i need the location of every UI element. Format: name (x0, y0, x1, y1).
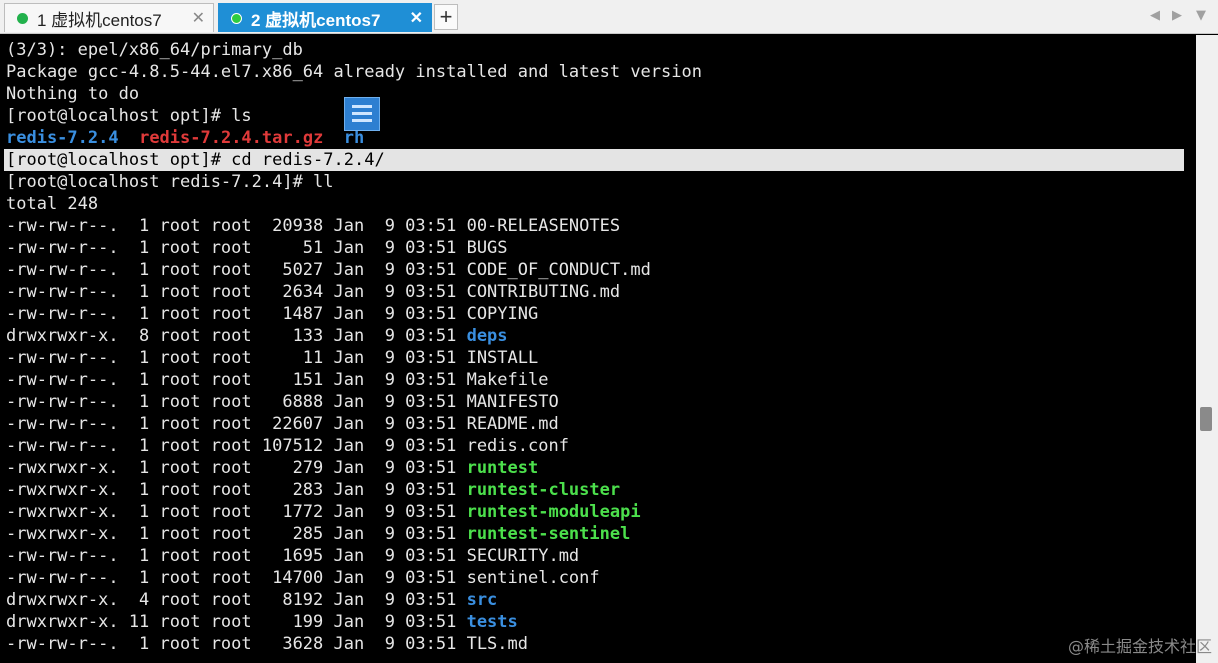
close-tab-icon[interactable]: ✕ (192, 8, 205, 28)
file-name: deps (466, 326, 508, 346)
file-row: -rw-rw-r--. 1 root root 14700 Jan 9 03:5… (6, 567, 600, 589)
line-text: total 248 (6, 194, 99, 214)
file-name: BUGS (466, 238, 508, 258)
ls-output-line: redis-7.2.4 redis-7.2.4.tar.gz rh (6, 127, 364, 149)
file-meta: -rw-rw-r--. 1 root root 1487 Jan 9 03:51 (6, 304, 467, 324)
vertical-scrollbar[interactable] (1196, 35, 1218, 663)
file-meta: -rw-rw-r--. 1 root root 5027 Jan 9 03:51 (6, 260, 467, 280)
file-name: runtest-sentinel (466, 524, 631, 544)
terminal-output[interactable]: (3/3): epel/x86_64/primary_db Package gcc… (0, 35, 1196, 663)
list-window-icon[interactable] (344, 97, 380, 131)
file-name: runtest-cluster (466, 480, 621, 500)
file-meta: -rw-rw-r--. 1 root root 6888 Jan 9 03:51 (6, 392, 467, 412)
file-row: -rwxrwxr-x. 1 root root 285 Jan 9 03:51 … (6, 523, 630, 545)
file-name: MANIFESTO (466, 392, 559, 412)
file-name: runtest-moduleapi (466, 502, 641, 522)
terminal-line: [root@localhost opt]# ls (6, 105, 252, 127)
file-meta: -rw-rw-r--. 1 root root 14700 Jan 9 03:5… (6, 568, 467, 588)
status-dot-icon (231, 12, 242, 24)
line-text: [root@localhost opt]# ls (6, 106, 252, 126)
file-row: drwxrwxr-x. 11 root root 199 Jan 9 03:51… (6, 611, 518, 633)
scroll-tabs-right-icon[interactable]: ▶ (1172, 8, 1182, 23)
tab-label: 2 虚拟机centos7 (251, 10, 381, 30)
close-tab-icon[interactable]: ✕ (410, 8, 423, 28)
file-name: CODE_OF_CONDUCT.md (466, 260, 651, 280)
file-meta: -rw-rw-r--. 1 root root 11 Jan 9 03:51 (6, 348, 467, 368)
file-name: redis.conf (466, 436, 569, 456)
file-meta: -rw-rw-r--. 1 root root 107512 Jan 9 03:… (6, 436, 467, 456)
ls-entry: redis-7.2.4 (6, 128, 119, 148)
file-row: -rwxrwxr-x. 1 root root 279 Jan 9 03:51 … (6, 457, 538, 479)
file-row: -rw-rw-r--. 1 root root 1487 Jan 9 03:51… (6, 303, 538, 325)
terminal-line: total 248 (6, 193, 98, 215)
terminal-line: (3/3): epel/x86_64/primary_db (6, 39, 303, 61)
tab-centos7-2[interactable]: 2 虚拟机centos7 ✕ (218, 3, 432, 32)
ls-entry: rh (343, 128, 365, 148)
ls-entry: redis-7.2.4.tar.gz (139, 128, 324, 148)
file-name: README.md (466, 414, 559, 434)
file-meta: drwxrwxr-x. 11 root root 199 Jan 9 03:51 (6, 612, 467, 632)
file-name: COPYING (466, 304, 539, 324)
file-meta: -rwxrwxr-x. 1 root root 283 Jan 9 03:51 (6, 480, 467, 500)
file-row: -rw-rw-r--. 1 root root 6888 Jan 9 03:51… (6, 391, 559, 413)
add-tab-button[interactable]: + (434, 4, 458, 30)
file-name: Makefile (466, 370, 549, 390)
file-name: 00-RELEASENOTES (466, 216, 621, 236)
file-meta: -rwxrwxr-x. 1 root root 285 Jan 9 03:51 (6, 524, 467, 544)
file-meta: drwxrwxr-x. 4 root root 8192 Jan 9 03:51 (6, 590, 467, 610)
file-meta: -rw-rw-r--. 1 root root 3628 Jan 9 03:51 (6, 634, 467, 654)
file-row: -rw-rw-r--. 1 root root 51 Jan 9 03:51 B… (6, 237, 508, 259)
file-name: SECURITY.md (466, 546, 580, 566)
file-meta: -rw-rw-r--. 1 root root 22607 Jan 9 03:5… (6, 414, 467, 434)
file-meta: drwxrwxr-x. 8 root root 133 Jan 9 03:51 (6, 326, 467, 346)
status-dot-icon (17, 12, 28, 24)
file-row: -rw-rw-r--. 1 root root 5027 Jan 9 03:51… (6, 259, 651, 281)
tab-centos7-1[interactable]: 1 虚拟机centos7 ✕ (4, 3, 214, 32)
file-row: -rw-rw-r--. 1 root root 107512 Jan 9 03:… (6, 435, 569, 457)
file-row: -rw-rw-r--. 1 root root 22607 Jan 9 03:5… (6, 413, 559, 435)
line-text: (3/3): epel/x86_64/primary_db (6, 40, 303, 60)
file-row: -rwxrwxr-x. 1 root root 283 Jan 9 03:51 … (6, 479, 620, 501)
file-row: -rw-rw-r--. 1 root root 151 Jan 9 03:51 … (6, 369, 548, 391)
line-text: Package gcc-4.8.5-44.el7.x86_64 already … (6, 62, 702, 82)
file-meta: -rw-rw-r--. 1 root root 20938 Jan 9 03:5… (6, 216, 467, 236)
file-meta: -rw-rw-r--. 1 root root 151 Jan 9 03:51 (6, 370, 467, 390)
selected-line: [root@localhost opt]# cd redis-7.2.4/ (4, 149, 1184, 171)
file-name: sentinel.conf (466, 568, 600, 588)
file-row: drwxrwxr-x. 4 root root 8192 Jan 9 03:51… (6, 589, 497, 611)
line-text: Nothing to do (6, 84, 140, 104)
watermark: @稀土掘金技术社区 (1067, 637, 1212, 656)
file-row: drwxrwxr-x. 8 root root 133 Jan 9 03:51 … (6, 325, 508, 347)
scroll-tabs-left-icon[interactable]: ◀ (1150, 8, 1160, 23)
file-name: TLS.md (466, 634, 528, 654)
terminal-line: Package gcc-4.8.5-44.el7.x86_64 already … (6, 61, 702, 83)
file-name: INSTALL (466, 348, 539, 368)
file-name: src (466, 590, 498, 610)
file-meta: -rw-rw-r--. 1 root root 2634 Jan 9 03:51 (6, 282, 467, 302)
file-row: -rw-rw-r--. 1 root root 20938 Jan 9 03:5… (6, 215, 620, 237)
file-name: runtest (466, 458, 539, 478)
file-name: CONTRIBUTING.md (466, 282, 621, 302)
file-meta: -rwxrwxr-x. 1 root root 279 Jan 9 03:51 (6, 458, 467, 478)
file-meta: -rw-rw-r--. 1 root root 1695 Jan 9 03:51 (6, 546, 467, 566)
line-text: [root@localhost redis-7.2.4]# ll (6, 172, 334, 192)
line-text: [root@localhost opt]# cd redis-7.2.4/ (6, 150, 385, 170)
file-meta: -rw-rw-r--. 1 root root 51 Jan 9 03:51 (6, 238, 467, 258)
tab-label: 1 虚拟机centos7 (37, 10, 162, 30)
file-row: -rw-rw-r--. 1 root root 2634 Jan 9 03:51… (6, 281, 620, 303)
terminal-line: Nothing to do (6, 83, 139, 105)
file-name: tests (466, 612, 518, 632)
tab-menu-icon[interactable]: ▼ (1196, 8, 1206, 23)
file-row: -rw-rw-r--. 1 root root 3628 Jan 9 03:51… (6, 633, 528, 655)
tab-bar: 1 虚拟机centos7 ✕ 2 虚拟机centos7 ✕ + ◀ ▶ ▼ (0, 0, 1218, 34)
file-row: -rwxrwxr-x. 1 root root 1772 Jan 9 03:51… (6, 501, 641, 523)
file-meta: -rwxrwxr-x. 1 root root 1772 Jan 9 03:51 (6, 502, 467, 522)
file-row: -rw-rw-r--. 1 root root 11 Jan 9 03:51 I… (6, 347, 538, 369)
scrollbar-thumb[interactable] (1200, 407, 1212, 431)
terminal-line: [root@localhost redis-7.2.4]# ll (6, 171, 334, 193)
file-row: -rw-rw-r--. 1 root root 1695 Jan 9 03:51… (6, 545, 579, 567)
